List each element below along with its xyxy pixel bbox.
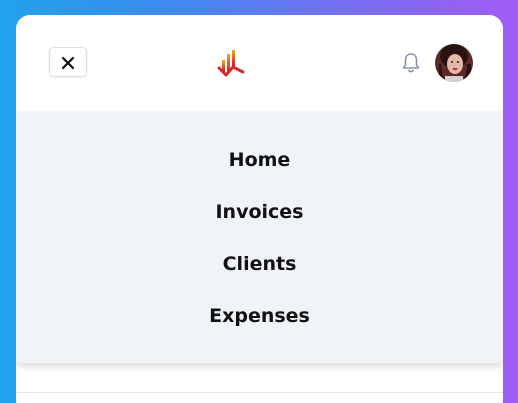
close-icon: [61, 55, 75, 70]
navigation-menu: Home Invoices Clients Expenses: [16, 111, 503, 363]
brand-logo-icon[interactable]: [217, 48, 245, 78]
close-menu-button[interactable]: [49, 47, 87, 77]
top-bar: [16, 15, 503, 111]
bell-icon[interactable]: [401, 52, 421, 74]
menu-item-invoices[interactable]: Invoices: [16, 200, 503, 224]
navigation-card: Home Invoices Clients Expenses: [16, 15, 503, 403]
menu-item-home[interactable]: Home: [16, 148, 503, 172]
user-avatar[interactable]: [435, 44, 473, 82]
content-divider: [16, 392, 503, 393]
menu-item-expenses[interactable]: Expenses: [16, 304, 503, 328]
menu-item-clients[interactable]: Clients: [16, 252, 503, 276]
